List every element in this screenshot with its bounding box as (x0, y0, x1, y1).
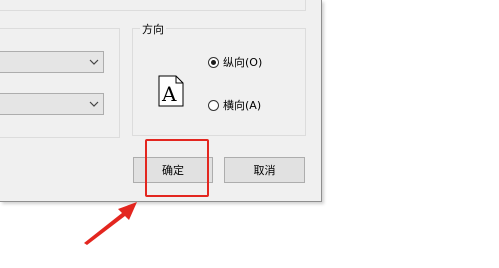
orientation-title: 方向 (140, 21, 166, 37)
landscape-label: 横向(A) (223, 99, 262, 112)
page-icon-letter: A (161, 82, 177, 106)
chevron-down-icon (89, 101, 99, 107)
red-arrow-icon (84, 202, 137, 245)
ok-button-highlight (145, 139, 209, 197)
paper-group (0, 28, 120, 138)
chevron-down-icon (89, 59, 99, 65)
radio-unchecked-icon (208, 99, 219, 111)
paper-source-dropdown[interactable] (0, 93, 104, 115)
portrait-radio[interactable]: 纵向(O) (208, 54, 262, 70)
cancel-button[interactable]: 取消 (224, 157, 305, 183)
top-panel (0, 0, 306, 11)
paper-size-dropdown[interactable] (0, 51, 104, 73)
radio-checked-icon (208, 56, 219, 68)
portrait-page-icon: A (158, 75, 184, 107)
landscape-radio[interactable]: 横向(A) (208, 97, 261, 113)
portrait-label: 纵向(O) (223, 56, 263, 69)
